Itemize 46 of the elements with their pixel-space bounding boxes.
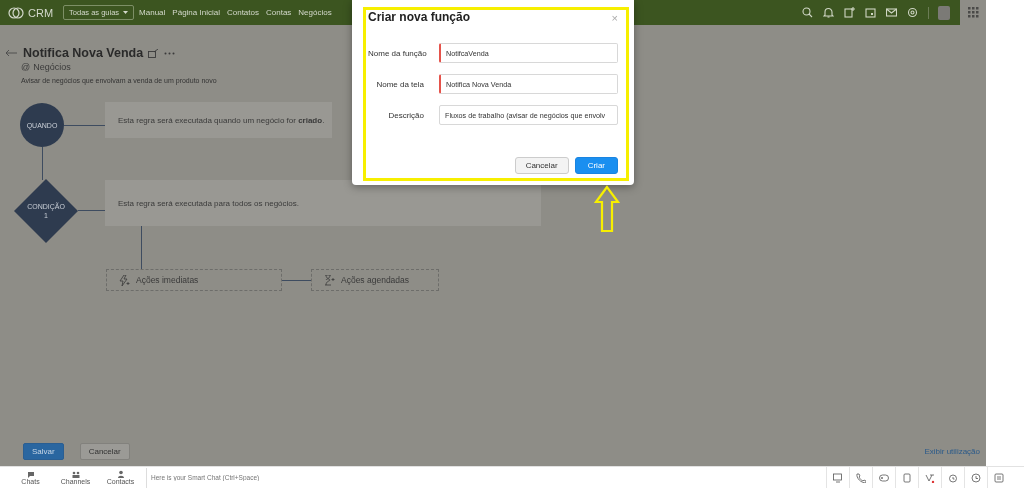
caret-icon xyxy=(123,11,129,14)
nav-tab[interactable]: Página Inicial xyxy=(170,8,222,17)
hourglass-icon xyxy=(324,274,335,286)
field-label: Descrição xyxy=(387,110,424,120)
nav-tab[interactable]: Manual xyxy=(137,8,168,17)
add-note-icon[interactable] xyxy=(844,7,855,18)
nav-tab[interactable]: Contatos xyxy=(224,8,261,17)
search-icon[interactable] xyxy=(802,7,813,18)
person-icon xyxy=(116,469,125,478)
action-slot[interactable]: Ações agendadas xyxy=(311,269,439,291)
list-icon[interactable] xyxy=(994,472,1004,483)
logo-icon xyxy=(8,6,24,19)
bot-icon[interactable] xyxy=(925,472,935,483)
more-options-icon[interactable] xyxy=(164,51,176,55)
monitor-icon[interactable] xyxy=(833,472,843,483)
chat-bubble-icon xyxy=(26,469,35,478)
lightning-icon xyxy=(119,274,130,286)
clipboard-icon[interactable] xyxy=(902,472,912,483)
up-arrow-annotation xyxy=(594,185,620,233)
cancel-button[interactable]: Cancelar xyxy=(514,157,569,174)
edit-icon[interactable] xyxy=(148,48,160,58)
cancel-button[interactable]: Cancelar xyxy=(79,443,130,460)
action-slot[interactable]: Ações imediatas xyxy=(106,269,282,291)
settings-icon[interactable] xyxy=(907,7,918,18)
mail-icon[interactable] xyxy=(886,7,897,18)
app-name: CRM xyxy=(28,6,54,19)
trigger-text: Esta regra será executada quando um negócio for criado. xyxy=(118,115,325,125)
history-icon[interactable] xyxy=(971,472,981,483)
create-button[interactable]: Criar xyxy=(574,157,618,174)
dialog-title: Criar nova função xyxy=(368,10,471,24)
apps-grid-icon[interactable] xyxy=(967,7,979,18)
nav-tab[interactable]: Negócios xyxy=(296,8,334,17)
nav-tab[interactable]: Contas xyxy=(264,8,294,17)
rule-title: Notifica Nova Venda xyxy=(23,46,144,60)
phone-icon[interactable] xyxy=(856,472,866,483)
save-button[interactable]: Salvar xyxy=(23,443,64,460)
bell-icon[interactable] xyxy=(823,7,834,18)
gamepad-icon[interactable] xyxy=(879,472,889,483)
condition-text: Esta regra será executada para todos os negócios. xyxy=(118,198,299,208)
calendar-icon[interactable] xyxy=(865,7,876,18)
back-arrow-icon[interactable] xyxy=(5,49,17,57)
group-icon xyxy=(71,469,80,478)
module-prefix: @ xyxy=(21,62,31,72)
alarm-clock-icon[interactable] xyxy=(948,472,958,483)
module-name: Negócios xyxy=(33,62,71,72)
field-label: Nome da tela xyxy=(375,79,424,89)
